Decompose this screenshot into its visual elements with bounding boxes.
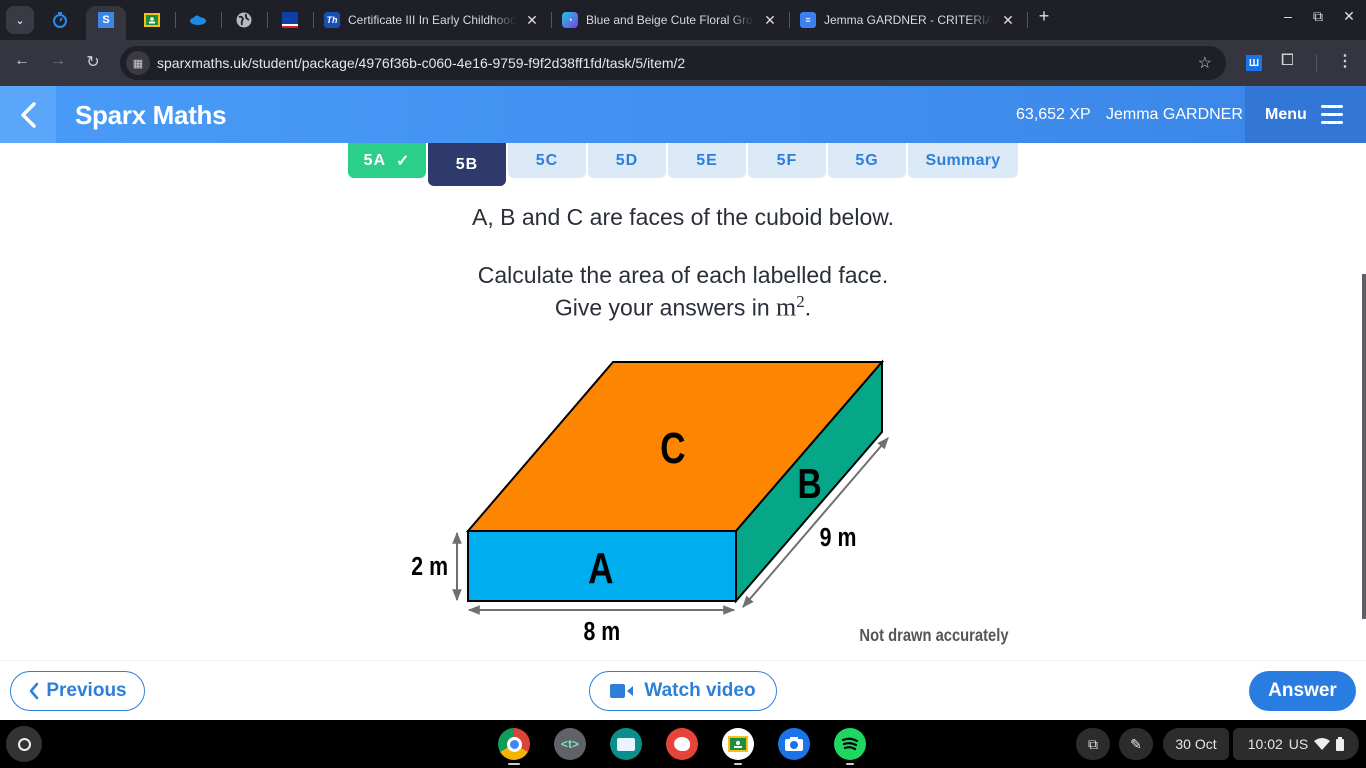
news-app[interactable]	[610, 728, 642, 760]
text-editor-app[interactable]: <t>	[554, 728, 586, 760]
locale: US	[1288, 736, 1309, 752]
spotify-icon	[841, 737, 859, 751]
launcher-circle-icon	[17, 737, 31, 751]
cuboid-diagram: C B A 2 m 8 m 9 m Not drawn accurately	[411, 359, 1009, 647]
face-label-c: C	[660, 424, 685, 473]
clock-time: 10:02	[1247, 736, 1283, 752]
chrome-app[interactable]	[498, 728, 530, 760]
not-drawn-accurately-note: Not drawn accurately	[859, 626, 1009, 646]
camera-app[interactable]	[778, 728, 810, 760]
chrome-icon	[506, 736, 522, 752]
classroom-icon	[728, 736, 748, 752]
date-tray[interactable]: 30 Oct	[1163, 728, 1229, 760]
text-editor-icon: <t>	[560, 737, 579, 751]
camera-icon	[785, 737, 803, 751]
holding-space-button[interactable]: ⧉	[1076, 728, 1110, 760]
page-scrollbar[interactable]	[1362, 274, 1366, 619]
chevron-left-icon	[30, 682, 39, 700]
previous-button[interactable]: Previous	[10, 671, 145, 711]
classroom-app[interactable]	[722, 728, 754, 760]
news-card-icon	[617, 737, 635, 751]
launcher-button[interactable]	[6, 726, 42, 762]
face-label-a: A	[588, 544, 613, 593]
battery-icon	[1336, 737, 1345, 751]
pen-tools-button[interactable]: ✎	[1119, 728, 1153, 760]
os-shelf: <t> ⧉ ✎ 30 Oct 10:02 US	[0, 720, 1366, 768]
spotify-app[interactable]	[834, 728, 866, 760]
palette-icon	[674, 737, 690, 751]
paint-app[interactable]	[666, 728, 698, 760]
watch-video-button[interactable]: Watch video	[589, 671, 777, 711]
status-tray[interactable]: 10:02 US	[1233, 728, 1359, 760]
face-label-b: B	[797, 462, 821, 508]
width-label: 8 m	[584, 617, 621, 647]
download-tray-icon: ⧉	[1088, 735, 1098, 752]
height-label: 2 m	[411, 552, 448, 582]
answer-button[interactable]: Answer	[1249, 671, 1356, 711]
pen-icon: ✎	[1130, 735, 1142, 752]
video-camera-icon	[610, 684, 634, 698]
wifi-icon	[1314, 738, 1331, 750]
depth-label: 9 m	[820, 523, 857, 553]
